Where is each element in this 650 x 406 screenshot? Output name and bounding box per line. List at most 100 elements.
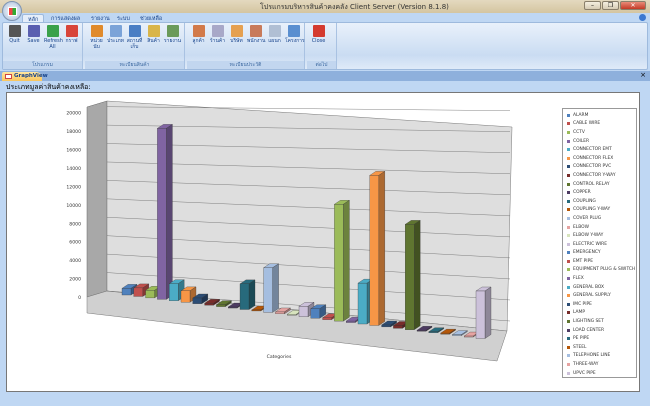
ribbon-group-1: หน่วยนับ ประเภท สถานที่เก็บ สินค้า รายงาน ทะเ…	[85, 23, 185, 69]
ribbon-button-1-4[interactable]: รายงาน	[164, 25, 181, 44]
button-label: แผนก	[268, 38, 281, 44]
legend-item: THREE-WAY	[567, 360, 636, 369]
bar-emt-pipe	[322, 317, 332, 320]
legend-swatch	[567, 242, 570, 246]
y-tick-label: 2000	[69, 277, 81, 283]
ribbon-button-0-1[interactable]: Save	[25, 25, 42, 44]
legend-item: COILER	[567, 137, 636, 146]
title-bar: โปรแกรมบริหารสินค้าคงคลัง Client Server …	[0, 0, 650, 13]
ribbon-button-2-1[interactable]: ร้านค้า	[209, 25, 226, 44]
legend-item: EMT PIPE	[567, 257, 636, 266]
ribbon-button-2-0[interactable]: ลูกค้า	[190, 25, 207, 44]
ribbon-button-0-0[interactable]: Quit	[6, 25, 23, 44]
legend-swatch	[567, 199, 570, 203]
x-axis-label: Categories	[267, 354, 292, 360]
legend-label: CONTROL RELAY	[573, 181, 610, 187]
legend-item: CONNECTOR EMT	[567, 145, 636, 154]
bar-lighting-set	[405, 224, 415, 330]
bar-connector-emt	[169, 283, 179, 301]
legend-swatch	[567, 259, 570, 263]
button-label: สถานที่เก็บ	[126, 38, 143, 50]
legend-item: LOAD CENTER	[567, 326, 636, 335]
y-tick-label: 6000	[69, 240, 81, 246]
ribbon-button-1-3[interactable]: สินค้า	[145, 25, 162, 44]
bar-imc-pipe	[381, 324, 391, 328]
legend-label: CONNECTOR EMT	[573, 147, 612, 153]
group-label: ต่อไป	[307, 61, 336, 69]
close-x-icon	[8, 25, 21, 37]
units-icon	[90, 25, 103, 37]
ribbon-group-0: Quit Save Refresh All กราฟโปรแกรม	[3, 23, 83, 69]
ribbon-button-1-1[interactable]: ประเภท	[107, 25, 124, 44]
bar-connector-flex	[180, 290, 191, 303]
tab-label: GraphView	[14, 73, 48, 79]
legend-label: EMERGENCY	[573, 250, 601, 256]
button-label: Close	[311, 38, 326, 44]
office-button[interactable]	[2, 1, 22, 21]
legend-swatch	[567, 328, 570, 332]
legend-swatch	[567, 139, 570, 143]
button-label: Quit	[9, 38, 20, 44]
ribbon-group-3: Close ต่อไป	[307, 23, 337, 69]
button-label: รายงาน	[164, 38, 182, 44]
restore-button[interactable]: ❐	[602, 1, 619, 10]
save-icon	[27, 25, 40, 37]
minimize-button[interactable]: –	[584, 1, 601, 10]
legend-item: ELECTRIC WIRE	[567, 240, 636, 249]
ribbon-button-1-2[interactable]: สถานที่เก็บ	[126, 25, 143, 50]
legend-swatch	[567, 156, 570, 160]
close-document-button[interactable]: ×	[640, 71, 646, 79]
ribbon-group-2: ลูกค้า ร้านค้า บริษัท พนักงาน แผนก โครงการ ทะเ…	[187, 23, 305, 69]
legend-label: CABLE WIRE	[573, 121, 601, 127]
document-tab-bar: GraphView ×	[0, 71, 650, 81]
legend-swatch	[567, 148, 570, 152]
legend-label: PE PIPE	[573, 336, 590, 342]
warehouse-icon	[128, 25, 141, 37]
group-label: โปรแกรม	[3, 61, 82, 69]
help-icon[interactable]	[639, 14, 646, 21]
bar-general-supply	[369, 175, 379, 326]
legend-item: COVER PLUG	[567, 214, 636, 223]
legend-label: EQUIPMENT PLUG & SWITCH	[573, 267, 636, 273]
legend-swatch	[567, 345, 570, 349]
legend-label: UPVC PIPE	[573, 370, 596, 376]
legend-label: THREE-WAY	[573, 362, 599, 368]
bar-cable-wire	[133, 287, 143, 297]
ribbon-button-2-2[interactable]: บริษัท	[228, 25, 245, 44]
legend-label: ALARM	[573, 112, 589, 118]
bar-pe-pipe	[428, 331, 438, 333]
tab-graphview[interactable]: GraphView	[2, 72, 48, 81]
report-icon	[166, 25, 179, 37]
y-tick-label: 20000	[66, 111, 81, 117]
y-tick-label: 14000	[66, 166, 81, 172]
bar-load-center	[416, 330, 427, 332]
legend-label: EMT PIPE	[573, 258, 594, 264]
window-close-button[interactable]: ✕	[620, 1, 646, 10]
ribbon-button-0-2[interactable]: Refresh All	[44, 25, 63, 50]
customer-icon	[192, 25, 205, 37]
legend-label: ELECTRIC WIRE	[573, 241, 608, 247]
legend-swatch	[567, 165, 570, 169]
product-icon	[147, 25, 160, 37]
ribbon-button-2-4[interactable]: แผนก	[266, 25, 283, 44]
legend-label: IMC PIPE	[573, 301, 592, 307]
ribbon-button-2-5[interactable]: โครงการ	[285, 25, 305, 44]
legend-label: COVER PLUG	[573, 215, 602, 221]
employee-icon	[249, 25, 262, 37]
ribbon-button-2-3[interactable]: พนักงาน	[247, 25, 265, 44]
legend-label: LOAD CENTER	[573, 327, 605, 333]
legend-label: ELBOW	[573, 224, 589, 230]
ribbon-button-3-0[interactable]: Close	[310, 25, 327, 44]
legend-swatch	[567, 234, 570, 238]
legend-label: STEEL	[573, 344, 587, 350]
legend-item: ALARM	[567, 111, 636, 120]
bar-copper	[228, 306, 238, 309]
ribbon-button-0-3[interactable]: กราฟ	[63, 25, 80, 44]
bar-coiler	[157, 128, 167, 300]
legend-item: COPPER	[567, 188, 636, 197]
refresh-icon	[46, 25, 59, 37]
bar-upvc-pipe	[475, 290, 486, 339]
ribbon-button-1-0[interactable]: หน่วยนับ	[88, 25, 105, 50]
legend-label: CONNECTOR PVC	[573, 164, 612, 170]
legend-item: COUPLING Y-WAY	[567, 206, 636, 215]
